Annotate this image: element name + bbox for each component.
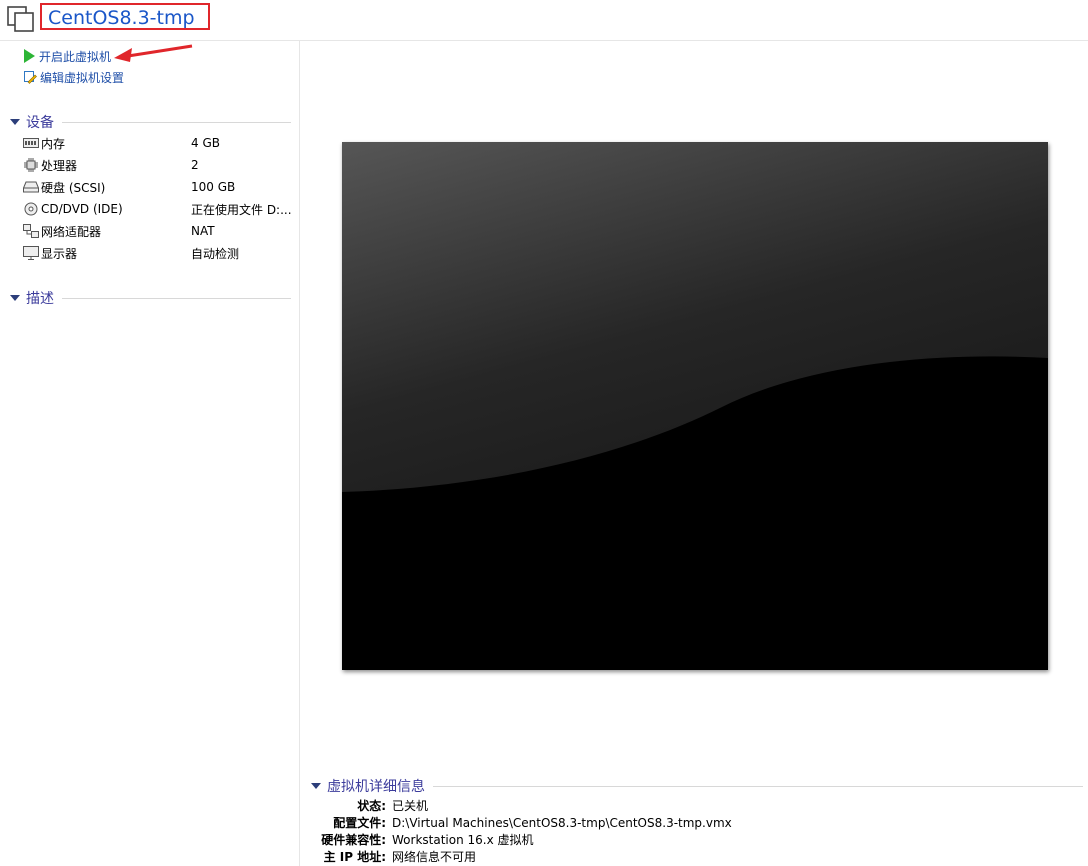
devices-section-label: 设备 (26, 115, 54, 131)
cd-dvd-icon (23, 202, 39, 216)
device-row-display[interactable]: 显示器 自动检测 (23, 244, 293, 262)
devices-section-header[interactable]: 设备 (10, 113, 291, 131)
detail-key: 状态: (357, 799, 386, 813)
device-row-network-adapter[interactable]: 网络适配器 NAT (23, 222, 293, 240)
detail-row-config-file: 配置文件: D:\Virtual Machines\CentOS8.3-tmp\… (300, 814, 1080, 831)
title-highlight-box: CentOS8.3-tmp (40, 3, 210, 30)
description-section-header[interactable]: 描述 (10, 289, 291, 307)
virtual-machine-icon (7, 6, 35, 32)
detail-key: 硬件兼容性: (321, 833, 386, 847)
section-divider (62, 121, 291, 123)
device-value: 2 (191, 158, 199, 172)
device-name: 网络适配器 (41, 224, 102, 239)
collapse-triangle-icon (311, 783, 321, 789)
device-row-processor[interactable]: 处理器 2 (23, 156, 293, 174)
device-name: 处理器 (41, 158, 78, 173)
vm-screen-preview[interactable] (342, 142, 1048, 670)
vm-header: CentOS8.3-tmp (0, 0, 1088, 41)
device-value: 自动检测 (191, 246, 240, 261)
play-icon (24, 49, 35, 63)
network-adapter-icon (23, 224, 39, 238)
vm-screen-graphic (342, 142, 1048, 670)
device-row-hard-disk[interactable]: 硬盘 (SCSI) 100 GB (23, 178, 293, 196)
vm-details-section-label: 虚拟机详细信息 (327, 779, 425, 795)
device-name: CD/DVD (IDE) (41, 202, 123, 216)
left-panel: 开启此虚拟机 编辑虚拟机设置 设备 内存 4 GB 处理器 2 硬盘 (SCSI… (0, 41, 300, 866)
memory-icon (23, 136, 39, 150)
power-on-vm-label: 开启此虚拟机 (39, 49, 112, 64)
device-name: 内存 (41, 136, 66, 151)
cpu-icon (23, 158, 39, 172)
detail-row-status: 状态: 已关机 (300, 797, 1080, 814)
vm-title: CentOS8.3-tmp (48, 7, 195, 29)
edit-settings-icon (24, 71, 37, 84)
edit-vm-settings-link[interactable]: 编辑虚拟机设置 (24, 69, 124, 85)
device-value: 100 GB (191, 180, 236, 194)
detail-value: 网络信息不可用 (392, 850, 477, 864)
device-name: 显示器 (41, 246, 78, 261)
annotation-arrow (114, 44, 193, 62)
device-row-memory[interactable]: 内存 4 GB (23, 134, 293, 152)
device-row-cd-dvd[interactable]: CD/DVD (IDE) 正在使用文件 D:... (23, 200, 293, 218)
detail-value: D:\Virtual Machines\CentOS8.3-tmp\CentOS… (392, 815, 732, 830)
vm-details-section-header[interactable]: 虚拟机详细信息 (311, 777, 1083, 795)
detail-key: 主 IP 地址: (323, 850, 386, 864)
detail-row-primary-ip: 主 IP 地址: 网络信息不可用 (300, 848, 1080, 865)
monitor-icon (23, 246, 39, 260)
collapse-triangle-icon (10, 295, 20, 301)
device-value: 正在使用文件 D:... (191, 202, 291, 217)
collapse-triangle-icon (10, 119, 20, 125)
detail-row-hardware-compat: 硬件兼容性: Workstation 16.x 虚拟机 (300, 831, 1080, 848)
section-divider (433, 785, 1083, 787)
hard-disk-icon (23, 180, 39, 194)
edit-vm-settings-label: 编辑虚拟机设置 (40, 70, 125, 85)
description-section-label: 描述 (26, 291, 54, 307)
section-divider (62, 297, 291, 299)
power-on-vm-link[interactable]: 开启此虚拟机 (24, 48, 111, 64)
detail-key: 配置文件: (333, 816, 386, 830)
vmware-vm-tab: CentOS8.3-tmp 开启此虚拟机 编辑虚拟机设置 设备 内存 4 GB … (0, 0, 1088, 866)
detail-value: Workstation 16.x 虚拟机 (392, 833, 534, 847)
device-value: 4 GB (191, 136, 220, 150)
device-name: 硬盘 (SCSI) (41, 180, 106, 195)
device-value: NAT (191, 224, 215, 238)
detail-value: 已关机 (392, 799, 429, 813)
